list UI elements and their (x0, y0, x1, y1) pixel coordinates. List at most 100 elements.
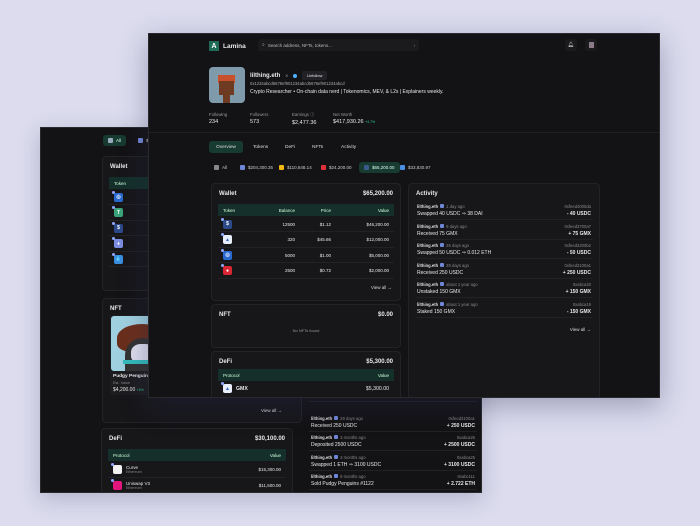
chain-icon (440, 243, 444, 247)
tx-hash[interactable]: 0xabca19 (573, 302, 591, 307)
tx-hash[interactable]: 0xabca20 (573, 282, 591, 287)
activity-item[interactable]: lilthing.eth3 months agoDeposited 2500 U… (309, 432, 477, 451)
chain-icon (321, 165, 326, 170)
activity-amount: + 250 USDC (563, 270, 591, 276)
activity-description: Received 250 USDC (311, 423, 357, 429)
chain-filter-5[interactable]: $33,830.97 (395, 162, 436, 173)
activity-view-all[interactable]: View all → (570, 327, 591, 332)
activity-item[interactable]: lilthing.eth29 days agoReceived 250 USDC… (415, 260, 593, 279)
chain-filter-3[interactable]: $24,200.00 (316, 162, 357, 173)
activity-user: lilthing.eth (417, 302, 438, 307)
activity-item[interactable]: lilthing.eth9 days agoReceived 75 GMX0xf… (415, 221, 593, 240)
activity-amount: + 150 GMX (566, 289, 591, 295)
activity-time: 9 months ago (340, 474, 365, 479)
chain-filter-0[interactable]: All (209, 162, 232, 173)
defi-table-header: ProtocolValue (218, 369, 394, 381)
unfollow-button[interactable]: Unfollow (302, 71, 327, 80)
activity-item[interactable]: lilthing.ethabout 1 year agoUnstaked 150… (415, 279, 593, 298)
chain-icon (214, 165, 219, 170)
tab-nfts[interactable]: NFTs (305, 141, 330, 153)
wallet-table-header: TokenBalancePriceValue (218, 204, 394, 216)
col-token: Token (114, 181, 126, 186)
tab-tokens[interactable]: Tokens (246, 141, 275, 153)
token-icon: $ (223, 220, 232, 229)
protocol-icon (113, 465, 122, 474)
chain-filter-all[interactable]: All (103, 135, 126, 146)
tx-hash[interactable]: 0xfeed4000da (564, 204, 591, 209)
tx-hash[interactable]: 0xabc111 (457, 474, 475, 479)
wallet-row[interactable]: ▲320$45.66$12,000.00 (218, 233, 394, 248)
stat-earnings: Earnings ⓘ$2,477.36 (292, 112, 316, 126)
token-price: $0.72 (295, 268, 331, 273)
activity-user: lilthing.eth (417, 204, 438, 209)
wallet-row[interactable]: ◎5000$1.00$5,000.00 (218, 248, 394, 263)
token-value: $2,000.00 (331, 268, 389, 273)
activity-description: Deposited 2500 USDC (311, 442, 362, 448)
activity-description: Unstaked 150 GMX (417, 289, 461, 295)
wallet-row[interactable]: ●2500$0.72$2,000.00 (218, 264, 394, 279)
tx-hash[interactable]: 0xfeed3200b2 (564, 243, 591, 248)
activity-user: lilthing.eth (311, 416, 332, 421)
activity-user: lilthing.eth (417, 243, 438, 248)
token-price: $1.00 (295, 253, 331, 258)
defi-row[interactable]: Uniswap V3Ethereum$11,500.00 (108, 478, 286, 493)
tab-overview[interactable]: Overview (209, 141, 243, 153)
wallet-address[interactable]: 0x1234abcd5678ef901234abcd5678ef901234ab… (250, 81, 345, 86)
search-icon: ⌕ (262, 42, 265, 48)
user-avatar-button[interactable] (585, 39, 597, 51)
logo[interactable]: A Lamina (209, 41, 246, 51)
token-icon: T (114, 208, 123, 217)
notification-bell-icon[interactable]: 🔔︎ (565, 39, 577, 51)
search-input[interactable]: ⌕ Search address, NFTs, tokens... / (258, 39, 419, 51)
search-placeholder: Search address, NFTs, tokens... (268, 43, 411, 48)
tx-hash[interactable]: 0xfeed3700a7 (564, 224, 591, 229)
token-balance: 12500 (253, 222, 295, 227)
protocol-value: $11,500.00 (259, 483, 281, 488)
nft-title: NFT (219, 312, 231, 318)
col-price: Price (295, 208, 331, 213)
activity-item[interactable]: lilthing.eth1 day agoSwapped 40 USDC ⇒ 3… (415, 201, 593, 220)
token-value: $46,200.00 (331, 222, 389, 227)
activity-time: about 1 year ago (446, 282, 477, 287)
protocol-name: GMX (236, 386, 248, 392)
tx-hash[interactable]: 0xfeed3100a1 (564, 263, 591, 268)
wallet-row[interactable]: $12500$1.12$46,200.00 (218, 217, 394, 232)
activity-amount: - 50 USDC (567, 250, 591, 256)
activity-time: 3 months ago (340, 455, 365, 460)
tab-defi[interactable]: DeFi (278, 141, 302, 153)
wallet-title: Wallet (219, 191, 236, 197)
activity-description: Swapped 1 ETH ⇒ 3100 USDC (311, 462, 381, 468)
chain-icon (440, 302, 444, 306)
nft-empty-state: No NFTs found (212, 328, 400, 333)
activity-item[interactable]: lilthing.eth9 months agoSold Pudgy Pengu… (309, 471, 477, 490)
defi-row-gmx[interactable]: ▲ GMX $5,300.00 (218, 382, 394, 395)
chip-label: $24,200.00 (329, 165, 352, 170)
chain-filter-1[interactable]: $204,300.35 (235, 162, 278, 173)
activity-description: Swapped 40 USDC ⇒ 38 DAI (417, 211, 483, 217)
tx-hash[interactable]: 0xabca26 (457, 435, 475, 440)
view-all-link[interactable]: View all → (261, 408, 282, 413)
defi-row[interactable]: CurveEthereum$15,300.00 (108, 462, 286, 478)
activity-item[interactable]: lilthing.ethabout 1 year agoStaked 150 G… (415, 299, 593, 318)
tx-hash[interactable]: 0xabca25 (457, 455, 475, 460)
defi-table-header: Protocol Value (108, 449, 286, 461)
col-protocol: Protocol (113, 453, 130, 458)
chain-filter-2[interactable]: $110,848.14 (274, 162, 317, 173)
tx-hash[interactable]: 0xfeed3100a1 (448, 416, 475, 421)
chain-icon (440, 282, 444, 286)
tab-activity[interactable]: Activity (334, 141, 363, 153)
token-icon: ◎ (114, 193, 123, 202)
activity-item[interactable]: lilthing.eth29 days agoReceived 250 USDC… (309, 413, 477, 432)
chain-filter-4[interactable]: $65,200.00 (359, 162, 400, 173)
nft-total: $0.00 (378, 312, 393, 318)
activity-item[interactable]: lilthing.eth26 days agoSwapped 50 USDC ⇒… (415, 240, 593, 259)
col-value: Value (270, 453, 281, 458)
protocol-chain: Ethereum (126, 470, 142, 474)
token-icon: ▲ (223, 235, 232, 244)
chip-label: $33,830.97 (408, 165, 431, 170)
x-icon[interactable]: X (285, 73, 288, 78)
wallet-view-all[interactable]: View all → (371, 285, 392, 290)
chain-icon (364, 165, 369, 170)
activity-item[interactable]: lilthing.eth3 months agoSwapped 1 ETH ⇒ … (309, 452, 477, 471)
divider (149, 132, 659, 133)
